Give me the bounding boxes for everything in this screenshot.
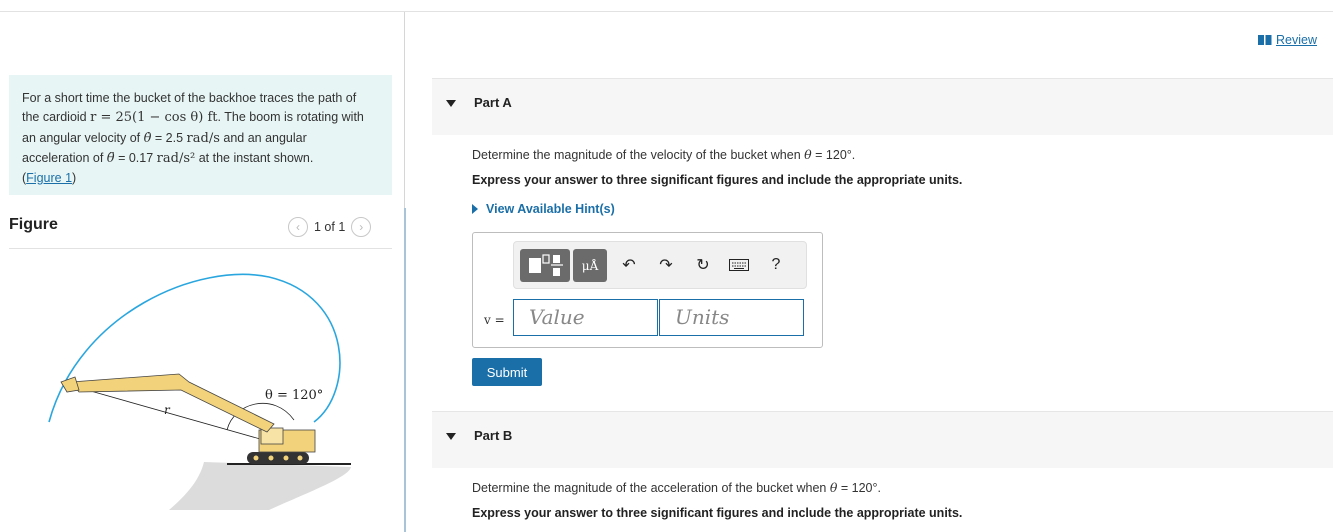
backhoe-bucket bbox=[60, 376, 80, 393]
view-hints-link[interactable]: View Available Hint(s) bbox=[472, 202, 615, 216]
caret-down-icon bbox=[446, 100, 456, 107]
chevron-left-icon[interactable]: ‹ bbox=[288, 217, 308, 237]
problem-text: an angular velocity of bbox=[22, 130, 144, 145]
ground-shadow bbox=[169, 462, 351, 510]
paren: ) bbox=[72, 170, 77, 185]
submit-button[interactable]: Submit bbox=[472, 358, 542, 386]
cardioid-equation: r = 25(1 − cos θ) ft bbox=[90, 110, 218, 126]
problem-line-3: an angular velocity of θ̇ = 2.5 rad/s an… bbox=[22, 129, 380, 149]
scrollbar-track[interactable] bbox=[404, 208, 406, 532]
templates-icon[interactable] bbox=[520, 249, 570, 282]
reset-icon[interactable]: ↻ bbox=[692, 254, 714, 276]
problem-line-2: the cardioid r = 25(1 − cos θ) ft. The b… bbox=[22, 108, 380, 128]
problem-text: acceleration of bbox=[22, 150, 107, 165]
part-b-instruction: Express your answer to three significant… bbox=[472, 506, 963, 520]
redo-icon[interactable]: ↷ bbox=[655, 254, 677, 276]
track-wheel bbox=[283, 455, 289, 461]
undo-icon[interactable]: ↶ bbox=[618, 254, 640, 276]
angular-acceleration-unit: rad/s² bbox=[156, 150, 196, 166]
question-text: °. bbox=[846, 148, 856, 162]
figure-page-count: 1 of 1 bbox=[314, 220, 346, 234]
problem-text: the cardioid bbox=[22, 110, 91, 125]
figure-divider bbox=[9, 248, 392, 249]
track-wheel bbox=[253, 455, 259, 461]
part-b-label: Part B bbox=[474, 428, 513, 443]
theta-symbol: θ bbox=[804, 147, 812, 162]
problem-statement: For a short time the bucket of the backh… bbox=[9, 75, 392, 195]
math-toolbar: μÅ ↶ ↷ ↻ ? bbox=[513, 241, 807, 289]
problem-text: at the instant shown. bbox=[195, 150, 314, 165]
part-a-instruction: Express your answer to three significant… bbox=[472, 173, 963, 187]
question-text: °. bbox=[872, 481, 881, 495]
caret-down-icon bbox=[446, 433, 456, 440]
question-text: = 120 bbox=[837, 481, 873, 495]
top-border bbox=[0, 11, 1333, 12]
backhoe-figure: r θ = 120° bbox=[48, 273, 351, 510]
track-wheel bbox=[268, 455, 274, 461]
problem-text: and an angular bbox=[219, 130, 307, 145]
figure-pager: ‹ 1 of 1 › bbox=[288, 217, 372, 237]
question-text: Determine the magnitude of the accelerat… bbox=[472, 481, 830, 495]
value-input[interactable]: Value bbox=[513, 299, 658, 336]
theta-double-dot: θ̈ bbox=[106, 150, 115, 166]
problem-line-4: acceleration of θ̈ = 0.17 rad/s² at the … bbox=[22, 149, 380, 169]
velocity-variable-label: v = bbox=[484, 313, 505, 327]
keyboard-icon[interactable] bbox=[728, 254, 750, 276]
r-label: r bbox=[164, 403, 171, 417]
question-text: = 120 bbox=[811, 148, 847, 162]
units-input[interactable]: Units bbox=[659, 299, 804, 336]
caret-right-icon bbox=[472, 204, 478, 214]
problem-text: = 2.5 bbox=[151, 130, 187, 145]
problem-text: . The boom is rotating with bbox=[217, 110, 364, 125]
problem-line-5: (Figure 1) bbox=[22, 169, 380, 188]
part-a-label: Part A bbox=[474, 95, 512, 110]
problem-text: = 0.17 bbox=[114, 150, 157, 165]
part-a-question: Determine the magnitude of the velocity … bbox=[472, 147, 855, 162]
part-b-question: Determine the magnitude of the accelerat… bbox=[472, 480, 881, 495]
chevron-right-icon[interactable]: › bbox=[351, 217, 372, 237]
hint-label: View Available Hint(s) bbox=[486, 202, 615, 216]
figure-link[interactable]: Figure 1 bbox=[26, 171, 72, 185]
question-text: Determine the magnitude of the velocity … bbox=[472, 148, 805, 162]
review-label: Review bbox=[1276, 33, 1317, 47]
track-wheel bbox=[297, 455, 303, 461]
review-link[interactable]: Review bbox=[1258, 33, 1317, 47]
backhoe-boom bbox=[70, 373, 275, 433]
angle-label: θ = 120° bbox=[265, 388, 323, 403]
part-b-header[interactable]: Part B bbox=[432, 411, 1333, 468]
figure-header: Figure bbox=[9, 216, 58, 233]
part-a-header[interactable]: Part A bbox=[432, 78, 1333, 135]
book-icon bbox=[1258, 35, 1272, 45]
units-symbol-button[interactable]: μÅ bbox=[573, 249, 607, 282]
problem-line-1: For a short time the bucket of the backh… bbox=[22, 91, 357, 105]
help-icon[interactable]: ? bbox=[765, 254, 787, 276]
answer-box: μÅ ↶ ↷ ↻ ? v = Value Units bbox=[472, 232, 823, 348]
angular-velocity-unit: rad/s bbox=[186, 130, 220, 146]
